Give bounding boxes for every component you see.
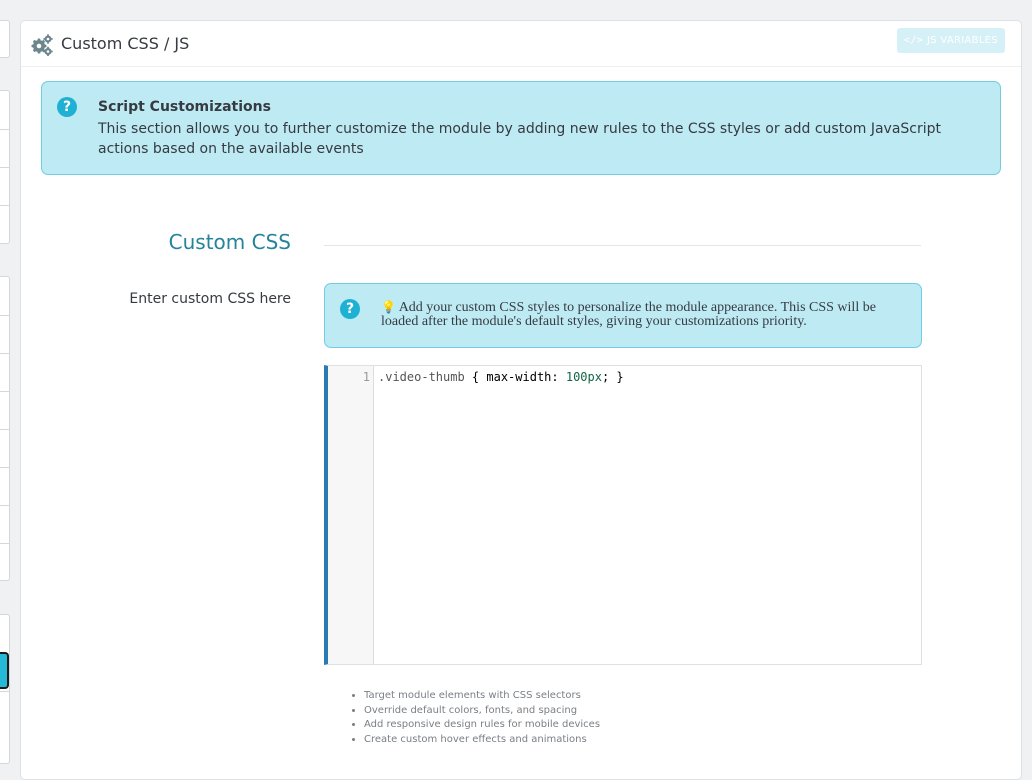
- sidebar-item-active[interactable]: [0, 652, 9, 689]
- code-declaration: { max-width:: [464, 370, 566, 384]
- panel-title: Custom CSS / JS: [61, 34, 190, 53]
- sidebar-divider: [0, 691, 10, 692]
- cogs-icon: [31, 34, 53, 56]
- question-circle-icon: ?: [340, 299, 360, 319]
- sidebar-item[interactable]: [0, 20, 10, 58]
- sidebar-divider: [0, 467, 10, 468]
- code-close: ; }: [601, 370, 624, 384]
- left-sidebar-edge: [0, 0, 10, 764]
- section-divider: [324, 245, 921, 246]
- line-number: 1: [362, 370, 370, 384]
- sidebar-divider: [0, 505, 10, 506]
- help-text-wrapper: 💡 Add your custom CSS styles to personal…: [381, 300, 901, 329]
- help-text: Add your custom CSS styles to personaliz…: [381, 300, 876, 329]
- panel-heading: Custom CSS / JS </> JS VARIABLES: [21, 21, 1021, 67]
- tips-list: Target module elements with CSS selector…: [324, 689, 600, 747]
- sidebar-group: [0, 90, 10, 244]
- sidebar-divider: [0, 315, 10, 316]
- code-line[interactable]: .video-thumb { max-width: 100px; }: [378, 370, 624, 384]
- code-selector: .video-thumb: [378, 370, 465, 384]
- css-code-editor[interactable]: 1 .video-thumb { max-width: 100px; }: [324, 365, 922, 665]
- section-title: Custom CSS: [168, 230, 291, 254]
- list-item: Override default colors, fonts, and spac…: [364, 704, 600, 719]
- alert-heading: Script Customizations: [98, 99, 271, 115]
- sidebar-group: [0, 276, 10, 581]
- sidebar-divider: [0, 129, 10, 130]
- code-icon: </>: [904, 35, 923, 46]
- lightbulb-icon: 💡: [381, 300, 396, 314]
- code-value: 100px: [565, 370, 602, 384]
- sidebar-divider: [0, 543, 10, 544]
- alert-text: This section allows you to further custo…: [98, 121, 942, 157]
- info-alert: ? Script Customizations This section all…: [41, 81, 1001, 175]
- sidebar-divider: [0, 391, 10, 392]
- sidebar-divider: [0, 429, 10, 430]
- sidebar-divider: [0, 353, 10, 354]
- custom-css-help: ? 💡 Add your custom CSS styles to person…: [324, 283, 922, 348]
- list-item: Create custom hover effects and animatio…: [364, 733, 600, 748]
- js-variables-label: JS VARIABLES: [927, 35, 998, 46]
- sidebar-group: [0, 614, 10, 764]
- custom-css-label: Enter custom CSS here: [129, 291, 291, 307]
- question-circle-icon: ?: [57, 97, 77, 117]
- list-item: Target module elements with CSS selector…: [364, 689, 600, 704]
- js-variables-button[interactable]: </> JS VARIABLES: [897, 28, 1005, 53]
- sidebar-divider: [0, 167, 10, 168]
- editor-gutter: 1: [328, 366, 374, 664]
- sidebar-divider: [0, 205, 10, 206]
- list-item: Add responsive design rules for mobile d…: [364, 718, 600, 733]
- custom-css-js-panel: Custom CSS / JS </> JS VARIABLES ? Script…: [20, 20, 1022, 780]
